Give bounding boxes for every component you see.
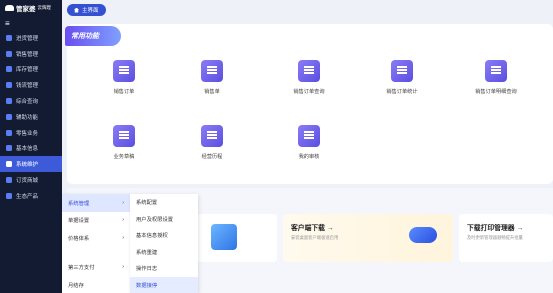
submenu-price-system[interactable]: 价格体系 › <box>62 229 130 247</box>
sidebar-item-label: 钱流管理 <box>16 83 39 90</box>
submenu-label: 价格体系 <box>68 235 90 242</box>
tile-sales-order[interactable]: 销售订单 <box>94 60 154 95</box>
tile-order-stats[interactable]: 销售订单统计 <box>372 60 432 95</box>
app-name: 管家婆 <box>16 6 36 13</box>
chevron-right-icon: › <box>122 264 124 271</box>
submenu-basic-info-auth[interactable]: 基本信息授权 <box>130 227 198 244</box>
sidebar: 管家婆 云辉煌 ≡ 进货管理 销售管理 库存管理 钱流管理 综合查询 辅助功能 … <box>0 0 62 293</box>
inventory-icon <box>6 66 12 73</box>
chevron-right-icon: › <box>122 199 124 206</box>
order-query-icon <box>298 60 320 82</box>
sidebar-item-label: 零售业务 <box>16 130 39 137</box>
sidebar-item-basic-info[interactable]: 基本信息 <box>0 141 62 157</box>
printer-card[interactable] <box>197 214 277 262</box>
submenu-operation-log[interactable]: 操作日志 <box>130 260 198 277</box>
sidebar-item-label: 辅助功能 <box>16 114 39 121</box>
tile-sales-doc[interactable]: 销售单 <box>182 60 242 95</box>
submenu-third-party-pay[interactable]: 第三方支付 › <box>62 259 130 277</box>
app-logo: 管家婆 云辉煌 <box>0 0 62 16</box>
tile-label: 销售订单 <box>113 89 135 95</box>
sidebar-item-cashflow[interactable]: 钱流管理 <box>0 77 62 93</box>
query-icon <box>6 98 12 105</box>
tile-order-detail[interactable]: 销售订单明细查询 <box>466 60 526 95</box>
print-manager-card[interactable]: 下载打印管理器 → 及时更新管理器顺畅提升批量 <box>459 214 553 262</box>
cloud-logo-icon <box>5 5 14 11</box>
sidebar-item-system[interactable]: 系统维护 <box>0 156 62 173</box>
assist-icon <box>6 113 12 120</box>
sidebar-item-label: 销售管理 <box>16 51 39 58</box>
order-stats-icon <box>391 60 413 82</box>
sales-order-icon <box>113 60 135 82</box>
sidebar-item-ecosystem[interactable]: 生态产品 <box>0 188 62 204</box>
tile-label: 销售订单统计 <box>386 89 418 95</box>
app-subtitle: 云辉煌 <box>37 5 52 10</box>
submenu-monthly-close[interactable]: 月结存 <box>62 276 130 293</box>
common-functions-card: 常用功能 销售订单 销售单 销售订单查询 销售订单统计 销售订单明细查询 业务草… <box>65 24 553 184</box>
sidebar-item-mall[interactable]: 订货商城 <box>0 172 62 188</box>
tile-draft[interactable]: 业务草稿 <box>94 125 154 160</box>
sales-icon <box>6 50 12 57</box>
home-tab[interactable]: 主界面 <box>67 4 106 16</box>
submenu-data-handover[interactable]: 数据接停 <box>130 276 198 293</box>
sidebar-item-inventory[interactable]: 库存管理 <box>0 62 62 78</box>
system-submenu: 系统管理 › 单据设置 › 价格体系 › 第三方支付 › 月结存 <box>62 194 130 293</box>
submenu-user-permissions[interactable]: 用户及权限设置 <box>130 211 198 228</box>
sidebar-item-label: 订货商城 <box>16 178 39 185</box>
draft-icon <box>113 125 135 147</box>
audit-icon <box>298 125 320 147</box>
printer-icon <box>211 224 237 250</box>
sidebar-item-retail[interactable]: 零售业务 <box>0 125 62 141</box>
sidebar-item-label: 库存管理 <box>16 67 39 74</box>
order-detail-icon <box>485 60 507 82</box>
tile-label: 业务草稿 <box>113 154 135 160</box>
tile-label: 销售单 <box>204 89 220 95</box>
client-download-card[interactable]: 客户端下载 → 安装桌面客户端极速启用 <box>283 214 453 262</box>
sidebar-item-sales[interactable]: 销售管理 <box>0 46 62 62</box>
tile-label: 销售订单明细查询 <box>475 89 517 95</box>
submenu-label: 系统管理 <box>68 200 90 207</box>
topbar: 主界面 <box>62 0 553 20</box>
submenu-spacer <box>62 247 130 259</box>
tile-order-query[interactable]: 销售订单查询 <box>279 60 339 95</box>
submenu-system-config[interactable]: 系统配置 <box>130 194 198 211</box>
mall-icon <box>6 177 12 184</box>
purchase-icon <box>6 34 12 41</box>
sidebar-item-purchase[interactable]: 进货管理 <box>0 30 62 46</box>
common-functions-title: 常用功能 <box>65 26 121 46</box>
home-tab-label: 主界面 <box>82 8 99 14</box>
submenu-label: 单据设置 <box>68 218 90 225</box>
print-manager-title: 下载打印管理器 → <box>467 225 524 232</box>
sidebar-item-label: 系统维护 <box>16 162 39 169</box>
submenu-system-management[interactable]: 系统管理 › <box>62 194 130 212</box>
home-icon <box>74 7 79 13</box>
tile-history[interactable]: 经营历程 <box>182 125 242 160</box>
submenu-label: 月结存 <box>68 282 84 289</box>
tile-audit[interactable]: 我的审核 <box>279 125 339 160</box>
chevron-right-icon: › <box>122 217 124 224</box>
retail-icon <box>6 129 12 136</box>
sales-doc-icon <box>201 60 223 82</box>
sidebar-item-label: 综合查询 <box>16 99 39 106</box>
sidebar-item-query[interactable]: 综合查询 <box>0 93 62 109</box>
basic-info-icon <box>6 145 12 152</box>
cloud-icon <box>409 227 437 243</box>
system-icon <box>6 161 12 168</box>
sidebar-item-assist[interactable]: 辅助功能 <box>0 109 62 125</box>
sidebar-item-label: 基本信息 <box>16 146 39 153</box>
tile-label: 销售订单查询 <box>293 89 325 95</box>
sidebar-item-label: 生态产品 <box>16 193 39 200</box>
ecosystem-icon <box>6 192 12 199</box>
system-management-submenu: 系统配置 用户及权限设置 基本信息授权 系统重建 操作日志 数据接停 <box>130 194 198 293</box>
print-manager-subtitle: 及时更新管理器顺畅提升批量 <box>467 235 523 240</box>
history-icon <box>201 125 223 147</box>
menu-toggle-icon[interactable]: ≡ <box>0 16 62 30</box>
cashflow-icon <box>6 82 12 89</box>
submenu-doc-settings[interactable]: 单据设置 › <box>62 212 130 230</box>
submenu-label: 第三方支付 <box>68 265 95 272</box>
submenu-system-rebuild[interactable]: 系统重建 <box>130 244 198 261</box>
tile-label: 经营历程 <box>201 154 223 160</box>
chevron-right-icon: › <box>122 234 124 241</box>
tile-label: 我的审核 <box>298 154 320 160</box>
sidebar-item-label: 进货管理 <box>16 35 39 42</box>
